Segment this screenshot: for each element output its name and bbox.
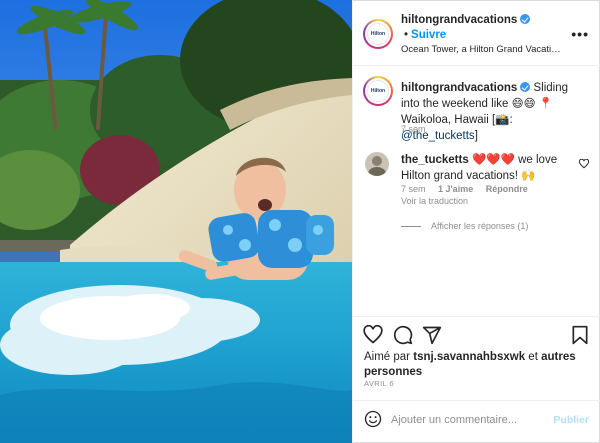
replies-divider: [401, 226, 421, 228]
view-replies-label: Afficher les réponses (1): [431, 221, 529, 231]
caption-username[interactable]: hiltongrandvacations: [401, 82, 517, 94]
follow-button[interactable]: Suivre: [411, 29, 446, 41]
hilton-logo: Hilton: [367, 80, 389, 102]
hilton-logo: Hilton: [367, 23, 389, 45]
likes-prefix: Aimé par: [364, 351, 411, 363]
view-replies-button[interactable]: Afficher les réponses (1): [401, 221, 528, 231]
post-side-panel: Hilton hiltongrandvacations • Suivre Ocean…: [352, 0, 600, 443]
post-photo[interactable]: [0, 0, 352, 443]
publish-button[interactable]: Publier: [553, 414, 589, 426]
more-options-icon[interactable]: •••: [571, 27, 589, 41]
comment-meta: 7 sem 1 J'aime Répondre: [401, 184, 538, 194]
header-username[interactable]: hiltongrandvacations: [401, 14, 517, 26]
emoji-icon[interactable]: [364, 410, 382, 433]
pool-slide-photo: [0, 0, 352, 443]
likes-middle: et: [528, 351, 538, 363]
see-translation-link[interactable]: Voir la traduction: [401, 196, 468, 206]
commenter-avatar[interactable]: [365, 152, 389, 176]
verified-badge-icon: [520, 82, 531, 92]
verified-badge-icon: [520, 14, 531, 24]
save-bookmark-icon[interactable]: [571, 325, 589, 350]
like-heart-icon[interactable]: [363, 324, 383, 350]
share-paper-plane-icon[interactable]: [422, 325, 442, 350]
comment-likes-count[interactable]: 1 J'aime: [438, 184, 473, 194]
likes-user-link[interactable]: tsnj.savannahbsxwk: [413, 351, 525, 363]
comment-text: the_tucketts ❤️❤️❤️ we love Hilton grand…: [401, 152, 571, 184]
comment-bubble-icon[interactable]: [393, 325, 413, 350]
comment-username[interactable]: the_tucketts: [401, 154, 469, 166]
comment-like-heart-icon[interactable]: [578, 156, 590, 174]
profile-avatar[interactable]: Hilton: [363, 19, 393, 49]
caption-timestamp: 7 sem: [401, 124, 426, 134]
post-location[interactable]: Ocean Tower, a Hilton Grand Vacatio...: [401, 44, 561, 55]
caption-body-end: ]: [474, 130, 478, 142]
add-comment-input[interactable]: [391, 410, 541, 430]
caption-avatar[interactable]: Hilton: [363, 76, 393, 106]
action-bar: Aimé par tsnj.savannahbsxwk et autres pe…: [353, 316, 600, 400]
comment-timestamp: 7 sem: [401, 184, 426, 194]
post-date[interactable]: AVRIL 6: [364, 379, 394, 388]
post-header: Hilton hiltongrandvacations • Suivre Ocean…: [353, 0, 600, 66]
dot-separator: •: [404, 29, 409, 41]
likes-summary: Aimé par tsnj.savannahbsxwk et autres pe…: [364, 350, 589, 380]
comment-reply-button[interactable]: Répondre: [486, 184, 528, 194]
caption-text: hiltongrandvacations Sliding into the we…: [401, 80, 589, 144]
add-comment-bar: Publier: [353, 400, 600, 443]
header-username-line: hiltongrandvacations • Suivre: [401, 13, 561, 43]
